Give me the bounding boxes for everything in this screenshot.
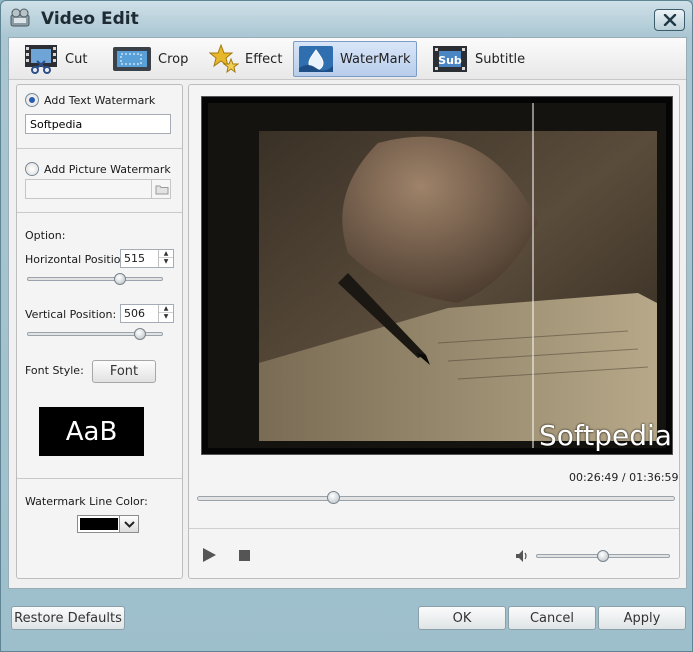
crop-screen-icon: [113, 47, 151, 71]
close-icon: [663, 14, 676, 26]
subtitle-film-icon: Sub: [433, 46, 467, 72]
play-icon[interactable]: [201, 547, 217, 563]
picture-watermark-radio[interactable]: [25, 162, 39, 176]
tab-cut[interactable]: Cut: [19, 41, 93, 77]
font-button[interactable]: Font: [92, 360, 156, 383]
content-area: Cut Crop Effect WaterMark Sub Subtitle A…: [8, 37, 687, 589]
video-edit-window: Video Edit Cut Crop Effect WaterMark Sub…: [0, 0, 693, 652]
folder-icon: [155, 185, 168, 194]
watermark-drop-icon: [299, 46, 333, 72]
text-watermark-radio[interactable]: [25, 93, 39, 107]
video-scene-image: [208, 103, 666, 448]
text-watermark-option[interactable]: Add Text Watermark: [25, 93, 155, 107]
horizontal-position-slider[interactable]: [27, 273, 163, 285]
slider-thumb[interactable]: [134, 328, 146, 340]
line-color-label: Watermark Line Color:: [25, 495, 148, 508]
close-button[interactable]: [654, 9, 685, 31]
watermark-settings-panel: Add Text Watermark Add Picture Watermark…: [16, 84, 183, 579]
horizontal-position-stepper[interactable]: 515 ▲ ▼: [120, 249, 174, 268]
tab-subtitle[interactable]: Sub Subtitle: [427, 41, 531, 77]
tab-cut-label: Cut: [65, 51, 88, 67]
vertical-position-value: 506: [124, 307, 145, 320]
browse-folder-button[interactable]: [151, 179, 171, 199]
spin-up-icon[interactable]: ▲: [159, 305, 173, 313]
divider: [17, 148, 182, 149]
apply-button[interactable]: Apply: [598, 606, 686, 630]
ok-button[interactable]: OK: [418, 606, 506, 630]
tab-crop-label: Crop: [158, 51, 189, 67]
watermark-overlay-text: Softpedia: [539, 419, 672, 452]
vertical-position-slider[interactable]: [27, 328, 163, 340]
restore-defaults-button[interactable]: Restore Defaults: [11, 606, 125, 630]
slider-thumb[interactable]: [114, 273, 126, 285]
volume-icon[interactable]: [515, 549, 529, 563]
vertical-position-label: Vertical Position:: [25, 308, 117, 321]
stop-icon[interactable]: [239, 550, 250, 561]
tab-strip: Cut Crop Effect WaterMark Sub Subtitle: [9, 38, 686, 80]
time-separator: /: [621, 471, 626, 484]
color-swatch: [80, 518, 118, 530]
font-preview: AaB: [39, 407, 144, 456]
video-preview[interactable]: Softpedia: [201, 96, 673, 455]
spin-down-icon[interactable]: ▼: [159, 313, 173, 321]
vertical-position-stepper[interactable]: 506 ▲ ▼: [120, 304, 174, 323]
current-time: 00:26:49: [569, 471, 619, 484]
divider: [189, 528, 679, 529]
effect-stars-icon: [209, 43, 239, 74]
color-dropdown-button[interactable]: [119, 516, 138, 532]
font-style-label: Font Style:: [25, 364, 84, 377]
picture-path-input[interactable]: [25, 179, 171, 199]
picture-watermark-label: Add Picture Watermark: [44, 162, 171, 176]
horizontal-position-label: Horizontal Position:: [25, 253, 132, 266]
text-watermark-label: Add Text Watermark: [44, 93, 156, 107]
seek-thumb[interactable]: [327, 491, 340, 504]
preview-panel: Softpedia 00:26:49 / 01:36:59: [188, 84, 680, 579]
chevron-down-icon: [123, 520, 135, 528]
tab-effect[interactable]: Effect: [205, 41, 288, 77]
seek-slider[interactable]: [197, 491, 675, 505]
title-bar[interactable]: Video Edit: [1, 1, 692, 37]
video-frame-image: Softpedia: [208, 103, 672, 452]
volume-thumb[interactable]: [597, 550, 609, 562]
tab-watermark[interactable]: WaterMark: [293, 41, 417, 77]
spin-down-icon[interactable]: ▼: [159, 258, 173, 266]
cancel-button[interactable]: Cancel: [508, 606, 596, 630]
time-readout: 00:26:49 / 01:36:59: [569, 471, 679, 484]
svg-text:Sub: Sub: [438, 54, 462, 67]
tab-subtitle-label: Subtitle: [475, 51, 526, 67]
film-scissors-icon: [25, 45, 57, 74]
horizontal-position-value: 515: [124, 252, 145, 265]
divider: [17, 478, 182, 479]
spin-up-icon[interactable]: ▲: [159, 250, 173, 258]
tab-crop[interactable]: Crop: [108, 41, 194, 77]
app-logo-icon: [10, 8, 30, 27]
option-heading: Option:: [25, 229, 66, 242]
tab-effect-label: Effect: [245, 51, 283, 67]
total-time: 01:36:59: [629, 471, 679, 484]
watermark-text-input[interactable]: [25, 114, 171, 134]
picture-watermark-option[interactable]: Add Picture Watermark: [25, 162, 171, 176]
window-title: Video Edit: [41, 9, 139, 29]
tab-watermark-label: WaterMark: [340, 51, 411, 67]
line-color-picker[interactable]: [77, 515, 139, 533]
divider: [17, 212, 182, 213]
volume-slider[interactable]: [536, 550, 670, 562]
